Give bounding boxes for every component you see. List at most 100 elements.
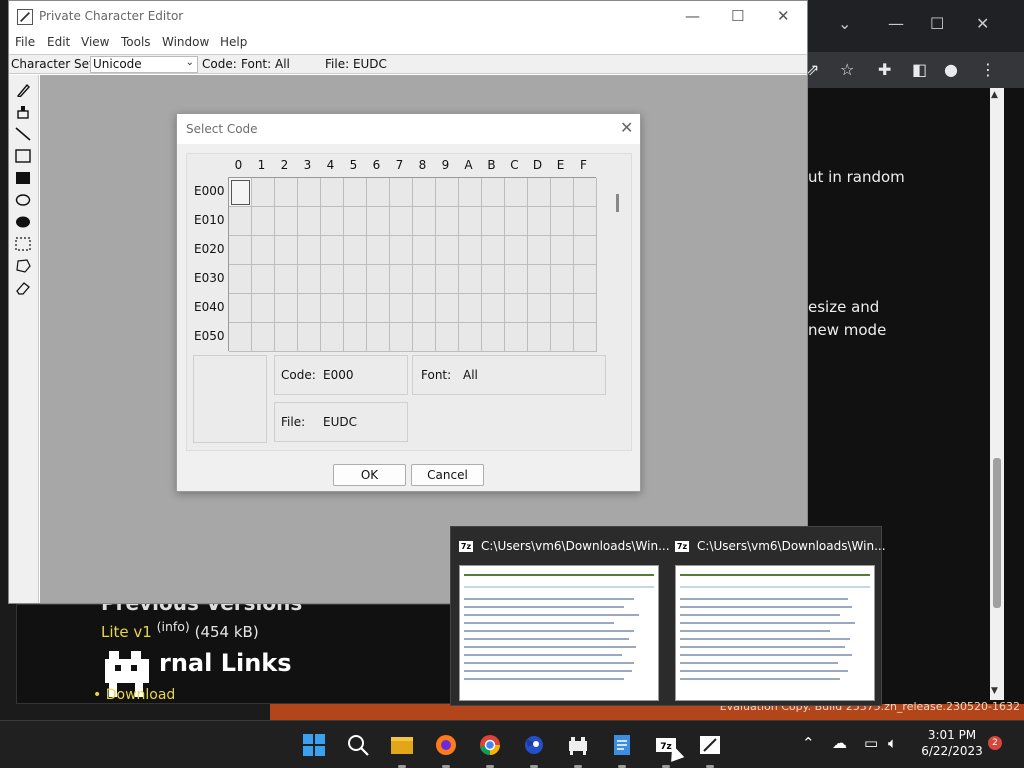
ok-button[interactable]: OK [333,464,406,486]
code-cell[interactable] [551,207,574,236]
code-cell[interactable] [390,178,413,207]
code-cell[interactable] [321,236,344,265]
code-cell[interactable] [413,207,436,236]
share-icon[interactable]: ⇗ [806,60,819,79]
code-cell[interactable] [459,294,482,323]
code-cell[interactable] [344,236,367,265]
menu-file[interactable]: File [15,35,35,49]
close-icon[interactable]: ✕ [620,118,633,137]
tray-overflow-chevron-icon[interactable]: ⌃ [802,734,815,752]
code-cell[interactable] [390,294,413,323]
code-cell[interactable] [229,207,252,236]
grid-scroll-thumb[interactable] [616,194,619,212]
code-cell[interactable] [252,265,275,294]
code-cell[interactable] [321,207,344,236]
browser-scrollbar[interactable]: ▲ ▼ [990,88,1004,700]
code-cell[interactable] [390,207,413,236]
pencil-icon[interactable] [15,83,31,97]
menu-help[interactable]: Help [220,35,247,49]
code-cell[interactable] [528,294,551,323]
onedrive-offline-icon[interactable]: ☁ [832,734,847,752]
filled-ellipse-icon[interactable] [15,215,31,229]
extensions-icon[interactable]: ✚ [878,60,891,79]
code-cell[interactable] [229,294,252,323]
code-cell[interactable] [298,207,321,236]
menu-view[interactable]: View [81,35,109,49]
code-cell[interactable] [574,294,597,323]
code-cell[interactable] [252,207,275,236]
code-cell[interactable] [413,265,436,294]
code-cell[interactable] [505,178,528,207]
code-cell[interactable] [390,236,413,265]
thumbnail-window[interactable]: 7z C:\Users\vm6\Downloads\Win... [451,527,670,707]
eraser-icon[interactable] [15,281,31,295]
code-cell[interactable] [482,236,505,265]
code-cell[interactable] [344,178,367,207]
code-cell[interactable] [551,236,574,265]
code-cell[interactable] [344,265,367,294]
menu-edit[interactable]: Edit [47,35,70,49]
download-link[interactable]: Download [106,687,176,703]
notification-badge[interactable]: 2 [988,736,1002,750]
close-icon[interactable]: ✕ [777,7,790,25]
code-cell[interactable] [505,323,528,352]
code-cell[interactable] [344,294,367,323]
code-cell[interactable] [229,178,252,207]
code-cell[interactable] [528,323,551,352]
code-cell[interactable] [252,294,275,323]
filled-rectangle-icon[interactable] [15,171,31,185]
thumbnail-window[interactable]: 7z C:\Users\vm6\Downloads\Win... [667,527,886,707]
code-cell[interactable] [482,294,505,323]
more-menu-icon[interactable]: ⋮ [980,60,996,79]
code-cell[interactable] [459,236,482,265]
code-cell[interactable] [367,207,390,236]
scroll-up-icon[interactable]: ▲ [991,90,998,100]
code-cell[interactable] [321,265,344,294]
code-cell[interactable] [482,178,505,207]
profile-icon[interactable]: ● [944,60,958,79]
code-cell[interactable] [551,178,574,207]
code-cell[interactable] [436,207,459,236]
code-cell[interactable] [528,236,551,265]
menu-tools[interactable]: Tools [121,35,151,49]
code-cell[interactable] [574,323,597,352]
scroll-down-icon[interactable]: ▼ [991,686,998,696]
code-cell[interactable] [390,265,413,294]
code-cell[interactable] [482,323,505,352]
code-cell[interactable] [321,323,344,352]
charset-select[interactable]: Unicode ⌄ [90,56,198,73]
sonic-icon[interactable] [522,733,546,757]
code-cell[interactable] [298,294,321,323]
code-cell[interactable] [459,207,482,236]
bookmark-star-icon[interactable]: ☆ [840,60,854,79]
code-cell[interactable] [528,265,551,294]
game-icon[interactable] [566,733,590,757]
hollow-ellipse-icon[interactable] [15,193,31,207]
code-cell[interactable] [298,178,321,207]
code-cell[interactable] [482,207,505,236]
code-cell[interactable] [413,178,436,207]
code-cell[interactable] [275,207,298,236]
code-cell[interactable] [367,265,390,294]
scroll-thumb[interactable] [993,458,1001,608]
code-cell[interactable] [436,294,459,323]
code-cell[interactable] [229,236,252,265]
code-cell[interactable] [298,323,321,352]
private-character-editor-icon[interactable] [698,733,722,757]
code-cell[interactable] [344,323,367,352]
lite-link[interactable]: Lite v1 [101,623,152,641]
code-cell[interactable] [574,178,597,207]
line-icon[interactable] [15,127,31,141]
code-grid[interactable] [228,177,597,352]
search-icon[interactable] [346,733,370,757]
code-cell[interactable] [505,265,528,294]
firefox-icon[interactable] [434,733,458,757]
code-cell[interactable] [505,294,528,323]
code-cell[interactable] [367,323,390,352]
code-cell[interactable] [459,323,482,352]
freeform-selection-icon[interactable] [15,259,31,273]
code-cell[interactable] [298,236,321,265]
code-cell[interactable] [436,265,459,294]
code-cell[interactable] [413,236,436,265]
minimize-icon[interactable]: — [685,7,700,25]
